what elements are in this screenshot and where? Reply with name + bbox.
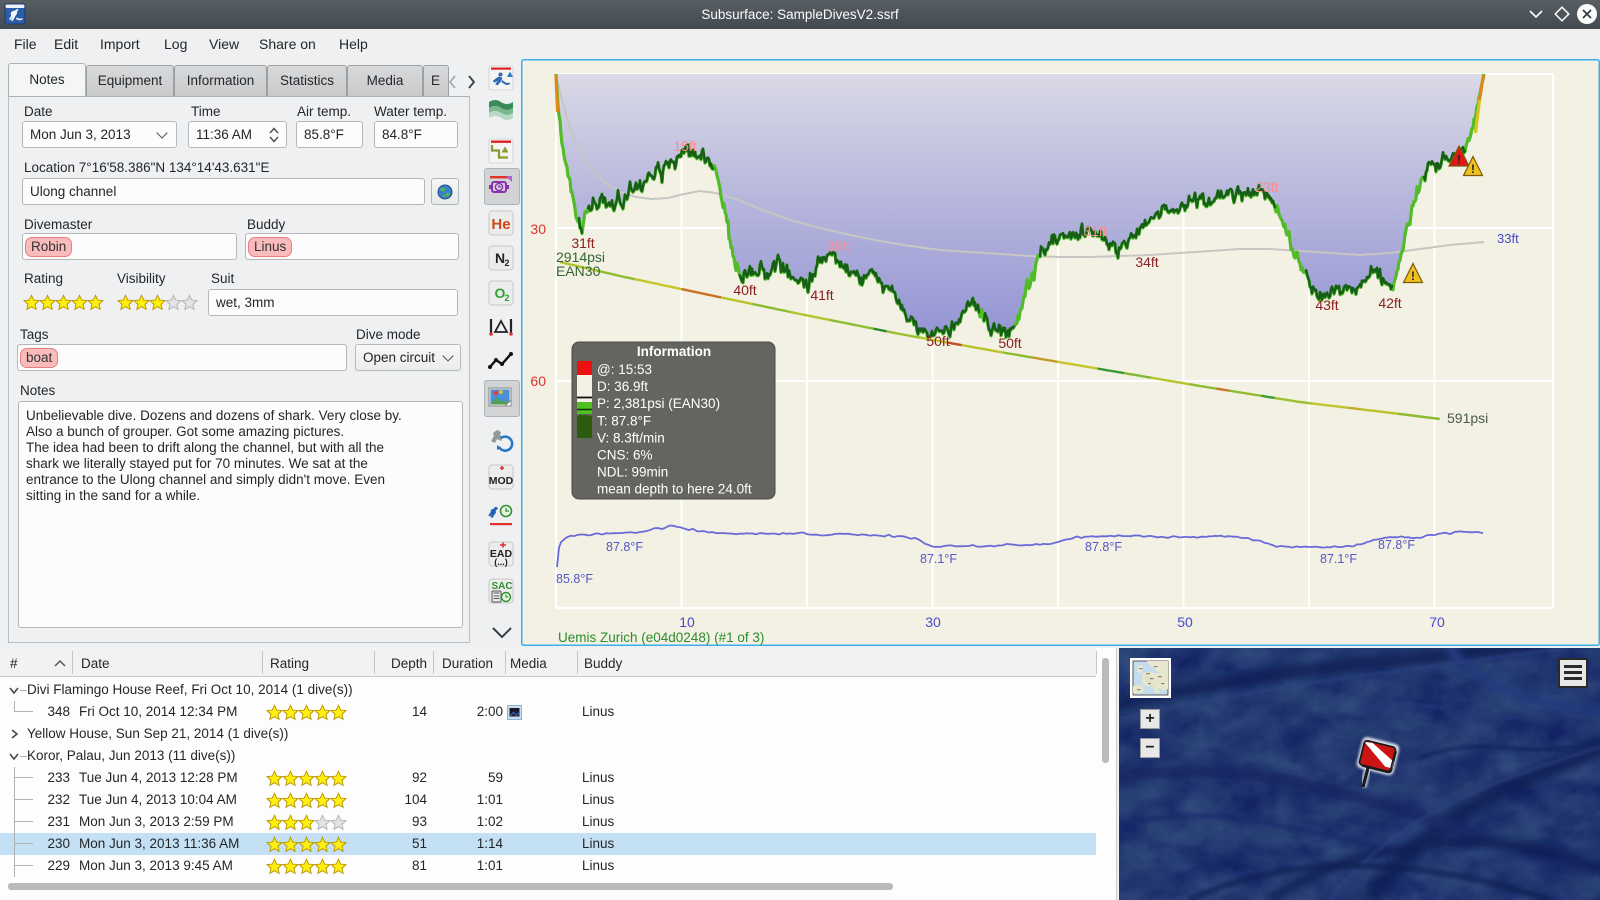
svg-text:50ft: 50ft bbox=[998, 335, 1021, 351]
svg-text:!: ! bbox=[1411, 270, 1415, 283]
svg-text:2: 2 bbox=[504, 258, 509, 268]
svg-text:591psi: 591psi bbox=[1447, 410, 1488, 426]
svg-text:CNS: 6%: CNS: 6% bbox=[597, 448, 653, 463]
svg-text:50ft: 50ft bbox=[926, 333, 949, 349]
svg-text:P: 2,381psi (EAN30): P: 2,381psi (EAN30) bbox=[597, 396, 720, 411]
svg-text:40ft: 40ft bbox=[733, 282, 756, 298]
svg-text:35ft: 35ft bbox=[826, 238, 849, 254]
svg-text:30: 30 bbox=[530, 221, 546, 237]
svg-text:!: ! bbox=[1471, 163, 1475, 176]
svg-text:!: ! bbox=[1457, 153, 1461, 167]
svg-text:60: 60 bbox=[530, 373, 546, 389]
svg-text:NDL: 99min: NDL: 99min bbox=[597, 465, 668, 480]
svg-text:15ft: 15ft bbox=[673, 138, 696, 154]
svg-text:85.8°F: 85.8°F bbox=[556, 572, 593, 586]
svg-text:70: 70 bbox=[1429, 614, 1445, 630]
svg-text:MOD: MOD bbox=[489, 475, 514, 487]
svg-text:(...): (...) bbox=[494, 557, 508, 567]
svg-text:43ft: 43ft bbox=[1315, 297, 1338, 313]
svg-text:30: 30 bbox=[925, 614, 941, 630]
svg-text:@: 15:53: @: 15:53 bbox=[597, 362, 652, 377]
svg-text:Information: Information bbox=[637, 344, 711, 359]
svg-text:mean depth to here 24.0ft: mean depth to here 24.0ft bbox=[597, 482, 752, 497]
svg-text:34ft: 34ft bbox=[1135, 254, 1158, 270]
svg-text:41ft: 41ft bbox=[810, 287, 833, 303]
svg-text:He: He bbox=[491, 216, 510, 233]
svg-text:31ft: 31ft bbox=[1083, 223, 1106, 239]
svg-text:2: 2 bbox=[504, 293, 509, 303]
svg-text:23ft: 23ft bbox=[1255, 179, 1278, 195]
svg-text:42ft: 42ft bbox=[1378, 295, 1401, 311]
svg-text:33ft: 33ft bbox=[1497, 231, 1519, 246]
svg-text:T: 87.8°F: T: 87.8°F bbox=[597, 413, 651, 428]
svg-text:V: 8.3ft/min: V: 8.3ft/min bbox=[597, 430, 665, 445]
svg-text:87.8°F: 87.8°F bbox=[606, 540, 643, 554]
svg-text:EAN30: EAN30 bbox=[556, 263, 601, 279]
svg-text:50: 50 bbox=[1177, 614, 1193, 630]
svg-text:87.8°F: 87.8°F bbox=[1378, 538, 1415, 552]
svg-text:D: 36.9ft: D: 36.9ft bbox=[597, 379, 648, 394]
svg-text:10: 10 bbox=[679, 614, 695, 630]
svg-text:87.1°F: 87.1°F bbox=[1320, 552, 1357, 566]
svg-text:Uemis Zurich (e04d0248) (#1 of: Uemis Zurich (e04d0248) (#1 of 3) bbox=[558, 630, 764, 645]
svg-text:87.1°F: 87.1°F bbox=[920, 552, 957, 566]
svg-text:87.8°F: 87.8°F bbox=[1085, 540, 1122, 554]
svg-text:SAC: SAC bbox=[491, 581, 512, 592]
